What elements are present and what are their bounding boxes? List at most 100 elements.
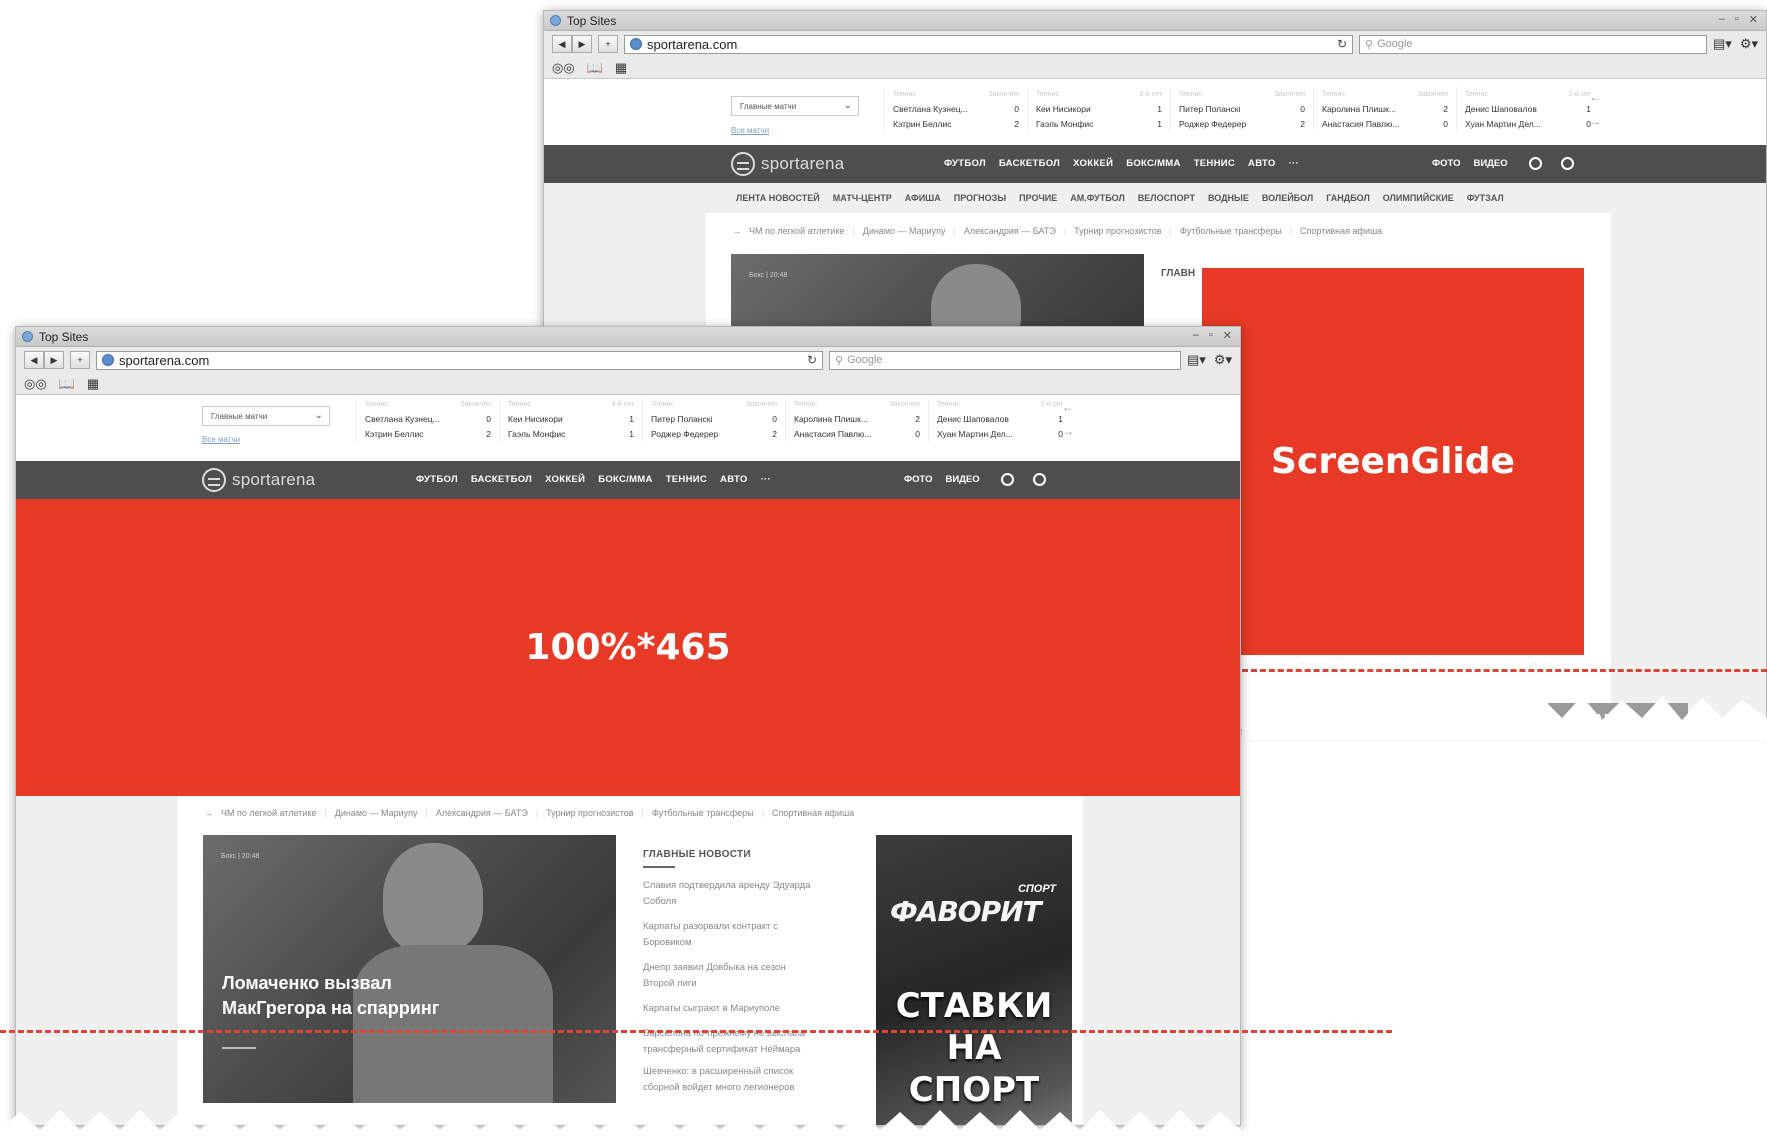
user-icon[interactable] [1032, 473, 1046, 486]
subnav-item[interactable]: АМ.ФУТБОЛ [1070, 193, 1125, 203]
subnav-item[interactable]: ВЕЛОСПОРТ [1138, 193, 1195, 203]
game-card[interactable]: Теннис Закончен Питер Поланскі 0 Роджер Фе… [642, 397, 785, 442]
feature-article[interactable]: Бокс | 20:48 Ломаченко вызвал МакГрегора… [203, 835, 616, 1103]
game-card[interactable]: Теннис 3-й сет Кеи Нисикори 1 Гаэль Монфис… [1027, 87, 1170, 132]
subnav-item[interactable]: ГАНДБОЛ [1326, 193, 1370, 203]
nav-photo[interactable]: ФОТО [904, 474, 932, 485]
user-icon[interactable] [1560, 157, 1574, 170]
subnav-item[interactable]: МАТЧ-ЦЕНТР [833, 193, 892, 203]
nav-video[interactable]: ВИДЕО [1473, 158, 1507, 169]
subnav-item[interactable]: ВОЛЕЙБОЛ [1262, 193, 1313, 203]
gear-menu-icon[interactable]: ⚙▾ [1214, 352, 1232, 368]
favorit-ad[interactable]: СПОРТ ФАВОРИТ СТАВКИ НА СПОРТ [876, 835, 1072, 1125]
maximize-icon[interactable]: ▫ [1209, 329, 1213, 342]
top-sites-grid-icon[interactable]: ▦ [615, 60, 627, 76]
gear-menu-icon[interactable]: ⚙▾ [1740, 36, 1758, 52]
arrow-left-icon[interactable]: ← [1062, 395, 1074, 419]
game-card[interactable]: Теннис 3-й сет Кеи Нисикори 1 Гаэль Монфис… [499, 397, 642, 442]
search-icon[interactable] [1528, 157, 1542, 170]
nav-photo[interactable]: ФОТО [1432, 158, 1460, 169]
minimize-icon[interactable]: – [1719, 13, 1725, 26]
back-logo[interactable]: sportarena [731, 152, 844, 176]
nav-basketball[interactable]: БАСКЕТБОЛ [999, 158, 1060, 169]
crumb-link[interactable]: ЧМ по легкой атлетике [221, 808, 316, 818]
game-card[interactable]: Теннис 2-й сет Денис Шаповалов 1 Хуан Март… [1456, 87, 1599, 132]
crumb-link[interactable]: Турнир прогнозистов [1074, 226, 1161, 236]
nav-video[interactable]: ВИДЕО [945, 474, 979, 485]
crumb-link[interactable]: Спортивная афиша [1300, 226, 1382, 236]
add-bookmark-button[interactable]: + [70, 351, 90, 369]
arrow-left-icon[interactable]: ← [1589, 85, 1601, 109]
reading-list-icon[interactable]: ◎◎ [552, 60, 575, 76]
close-icon[interactable]: ✕ [1223, 329, 1232, 342]
top-sites-grid-icon[interactable]: ▦ [87, 376, 99, 392]
back-match-select[interactable]: Главные матчи ⌄ [731, 96, 859, 116]
reload-icon[interactable]: ↻ [807, 353, 817, 367]
news-item[interactable]: Шевченко: в расширенный список сборной в… [643, 1064, 815, 1096]
subnav-item[interactable]: ЛЕНТА НОВОСТЕЙ [736, 193, 820, 203]
more-icon[interactable]: ··· [1289, 158, 1299, 169]
search-field[interactable]: ⚲ Google [1359, 34, 1707, 54]
game-card[interactable]: Теннис 2-й сет Денис Шаповалов 1 Хуан Март… [928, 397, 1071, 442]
front-all-matches-link[interactable]: Все матчи [202, 435, 240, 444]
forward-button[interactable]: ▶ [44, 351, 64, 369]
bookmarks-book-icon[interactable]: 📖 [59, 376, 75, 392]
nav-hockey[interactable]: ХОККЕЙ [1073, 158, 1113, 169]
reload-icon[interactable]: ↻ [1337, 37, 1347, 51]
news-item[interactable]: Славия подтвердила аренду Эдуарда Соболя [643, 878, 815, 910]
nav-basketball[interactable]: БАСКЕТБОЛ [471, 474, 532, 485]
game-card[interactable]: Теннис Закончен Светлана Кузнец... 0 Кэтри… [884, 87, 1027, 132]
subnav-item[interactable]: ФУТЗАЛ [1467, 193, 1504, 203]
page-menu-icon[interactable]: ▤▾ [1713, 36, 1732, 52]
nav-football[interactable]: ФУТБОЛ [416, 474, 458, 485]
nav-auto[interactable]: АВТО [720, 474, 748, 485]
nav-boxing-mma[interactable]: БОКС/ММА [598, 474, 652, 485]
search-icon[interactable] [1000, 473, 1014, 486]
page-menu-icon[interactable]: ▤▾ [1187, 352, 1206, 368]
crumb-link[interactable]: Динамо — Мариупу [863, 226, 946, 236]
arrow-right-icon[interactable]: → [1589, 109, 1601, 133]
reading-list-icon[interactable]: ◎◎ [24, 376, 47, 392]
more-icon[interactable]: ··· [761, 474, 771, 485]
game-card[interactable]: Теннис Закончен Светлана Кузнец... 0 Кэтри… [356, 397, 499, 442]
crumb-link[interactable]: ЧМ по легкой атлетике [749, 226, 844, 236]
subnav-item[interactable]: ПРОЧИЕ [1019, 193, 1057, 203]
crumb-link[interactable]: Турнир прогнозистов [546, 808, 633, 818]
back-all-matches-link[interactable]: Все матчи [731, 126, 769, 135]
nav-auto[interactable]: АВТО [1248, 158, 1276, 169]
close-icon[interactable]: ✕ [1749, 13, 1758, 26]
crumb-link[interactable]: Динамо — Мариупу [335, 808, 418, 818]
game-card[interactable]: Теннис Закончен Каролина Плишк... 2 Анаста… [1313, 87, 1456, 132]
crumb-link[interactable]: Спортивная афиша [772, 808, 854, 818]
game-card[interactable]: Теннис Закончен Питер Поланскі 0 Роджер Фе… [1170, 87, 1313, 132]
subnav-item[interactable]: АФИША [905, 193, 941, 203]
add-bookmark-button[interactable]: + [598, 35, 618, 53]
news-item[interactable]: Карпаты сыграют в Мариуполе [643, 1001, 815, 1017]
maximize-icon[interactable]: ▫ [1735, 13, 1739, 26]
nav-football[interactable]: ФУТБОЛ [944, 158, 986, 169]
back-button[interactable]: ◀ [552, 35, 572, 53]
address-bar[interactable]: sportarena.com ↻ [96, 350, 823, 370]
feature-headline[interactable]: Ломаченко вызвал МакГрегора на спарринг [222, 971, 439, 1021]
news-item[interactable]: Днепр заявил Довбыка на сезон Второй лиг… [643, 960, 815, 992]
nav-tennis[interactable]: ТЕННИС [1194, 158, 1235, 169]
game-card[interactable]: Теннис Закончен Каролина Плишк... 2 Анаста… [785, 397, 928, 442]
search-field[interactable]: ⚲ Google [829, 350, 1181, 370]
subnav-item[interactable]: ОЛИМПИЙСКИЕ [1383, 193, 1454, 203]
address-bar[interactable]: sportarena.com ↻ [624, 34, 1353, 54]
crumb-link[interactable]: Футбольные трансферы [652, 808, 754, 818]
bookmarks-book-icon[interactable]: 📖 [587, 60, 603, 76]
forward-button[interactable]: ▶ [572, 35, 592, 53]
crumb-link[interactable]: Футбольные трансферы [1180, 226, 1282, 236]
front-match-select[interactable]: Главные матчи ⌄ [202, 406, 330, 426]
front-logo[interactable]: sportarena [202, 468, 315, 492]
nav-tennis[interactable]: ТЕННИС [666, 474, 707, 485]
nav-boxing-mma[interactable]: БОКС/ММА [1126, 158, 1180, 169]
crumb-link[interactable]: Александрия — БАТЭ [436, 808, 528, 818]
news-item[interactable]: Карпаты разорвали контракт с Боровиком [643, 919, 815, 951]
back-button[interactable]: ◀ [24, 351, 44, 369]
minimize-icon[interactable]: – [1193, 329, 1199, 342]
arrow-right-icon[interactable]: → [1062, 419, 1074, 443]
subnav-item[interactable]: ВОДНЫЕ [1208, 193, 1249, 203]
crumb-link[interactable]: Александрия — БАТЭ [964, 226, 1056, 236]
